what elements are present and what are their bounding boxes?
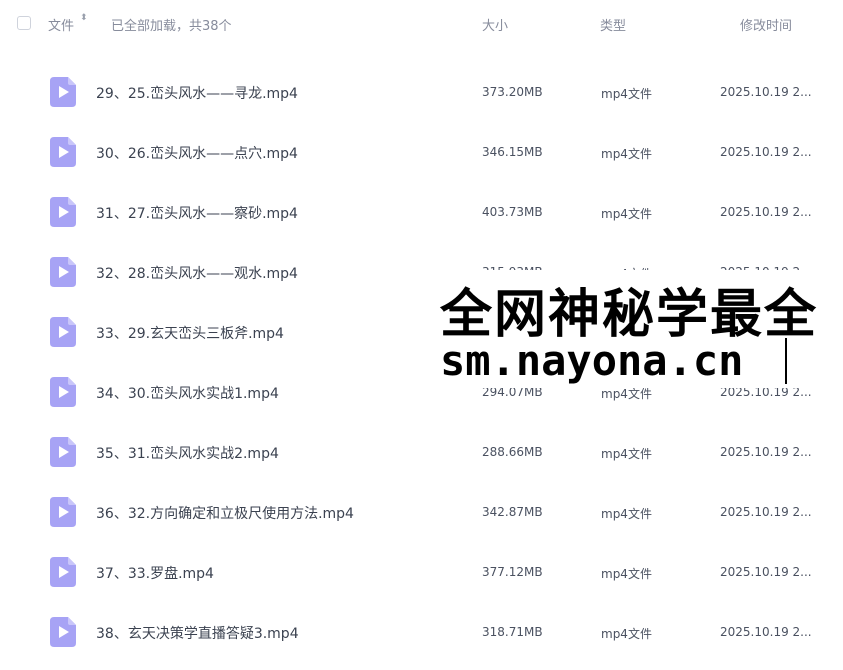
file-name[interactable]: 35、31.峦头风水实战2.mp4 <box>96 443 279 463</box>
file-modified-time: 2025.10.19 2... <box>720 565 812 579</box>
file-size: 403.73MB <box>482 205 543 219</box>
file-name[interactable]: 37、33.罗盘.mp4 <box>96 563 214 583</box>
file-type: mp4文件 <box>601 627 652 641</box>
file-modified-time: 2025.10.19 2... <box>720 445 812 459</box>
file-modified-time: 2025.10.19 2... <box>720 85 812 99</box>
file-row[interactable]: 37、33.罗盘.mp4 377.12MB mp4文件 2025.10.19 2... <box>0 546 843 606</box>
play-file-icon <box>50 497 76 527</box>
column-header-size[interactable]: 大小 <box>482 15 508 34</box>
file-type: mp4文件 <box>601 567 652 581</box>
play-file-icon <box>50 377 76 407</box>
file-name[interactable]: 38、玄天决策学直播答疑3.mp4 <box>96 623 299 643</box>
file-size: 288.66MB <box>482 445 543 459</box>
file-size: 377.12MB <box>482 565 543 579</box>
column-header-type[interactable]: 类型 <box>600 15 626 34</box>
play-file-icon <box>50 317 76 347</box>
file-size: 342.87MB <box>482 505 543 519</box>
play-file-icon <box>50 617 76 647</box>
file-modified-time: 2025.10.19 2... <box>720 625 812 639</box>
column-header-file[interactable]: 文件 <box>48 15 74 34</box>
file-size: 373.20MB <box>482 85 543 99</box>
watermark-line-2: sm.nayona.cn <box>440 336 744 385</box>
file-row[interactable]: 29、25.峦头风水——寻龙.mp4 373.20MB mp4文件 2025.10.1… <box>0 66 843 126</box>
file-type: mp4文件 <box>601 507 652 521</box>
sort-icon[interactable]: ⬍ <box>80 13 88 23</box>
file-name[interactable]: 30、26.峦头风水——点穴.mp4 <box>96 143 298 163</box>
select-all-checkbox[interactable] <box>17 16 31 30</box>
load-summary: 已全部加载，共38个 <box>111 19 232 34</box>
file-size: 318.71MB <box>482 625 543 639</box>
file-row[interactable]: 36、32.方向确定和立极尺使用方法.mp4 342.87MB mp4文件 2025.… <box>0 486 843 546</box>
play-file-icon <box>50 137 76 167</box>
file-type: mp4文件 <box>601 87 652 101</box>
play-file-icon <box>50 557 76 587</box>
file-name[interactable]: 33、29.玄天峦头三板斧.mp4 <box>96 323 284 343</box>
play-file-icon <box>50 197 76 227</box>
file-name[interactable]: 31、27.峦头风水——察砂.mp4 <box>96 203 298 223</box>
file-type: mp4文件 <box>601 147 652 161</box>
file-size: 346.15MB <box>482 145 543 159</box>
file-name[interactable]: 32、28.峦头风水——观水.mp4 <box>96 263 298 283</box>
file-name[interactable]: 29、25.峦头风水——寻龙.mp4 <box>96 83 298 103</box>
play-file-icon <box>50 77 76 107</box>
list-header: 文件 ⬍ 已全部加载，共38个 大小 类型 修改时间 <box>0 0 843 48</box>
file-modified-time: 2025.10.19 2... <box>720 145 812 159</box>
file-row[interactable]: 35、31.峦头风水实战2.mp4 288.66MB mp4文件 2025.10.19… <box>0 426 843 486</box>
file-name[interactable]: 34、30.峦头风水实战1.mp4 <box>96 383 279 403</box>
file-type: mp4文件 <box>601 447 652 461</box>
text-cursor <box>785 338 787 384</box>
file-modified-time: 2025.10.19 2... <box>720 205 812 219</box>
play-file-icon <box>50 257 76 287</box>
play-file-icon <box>50 437 76 467</box>
file-modified-time: 2025.10.19 2... <box>720 505 812 519</box>
file-type: mp4文件 <box>601 207 652 221</box>
watermark-overlay: 全网神秘学最全 sm.nayona.cn <box>438 270 843 388</box>
file-row[interactable]: 31、27.峦头风水——察砂.mp4 403.73MB mp4文件 2025.10.1… <box>0 186 843 246</box>
column-header-modified[interactable]: 修改时间 <box>740 15 792 34</box>
file-row[interactable]: 38、玄天决策学直播答疑3.mp4 318.71MB mp4文件 2025.10.19… <box>0 606 843 666</box>
file-name[interactable]: 36、32.方向确定和立极尺使用方法.mp4 <box>96 503 354 523</box>
file-row[interactable]: 30、26.峦头风水——点穴.mp4 346.15MB mp4文件 2025.10.1… <box>0 126 843 186</box>
